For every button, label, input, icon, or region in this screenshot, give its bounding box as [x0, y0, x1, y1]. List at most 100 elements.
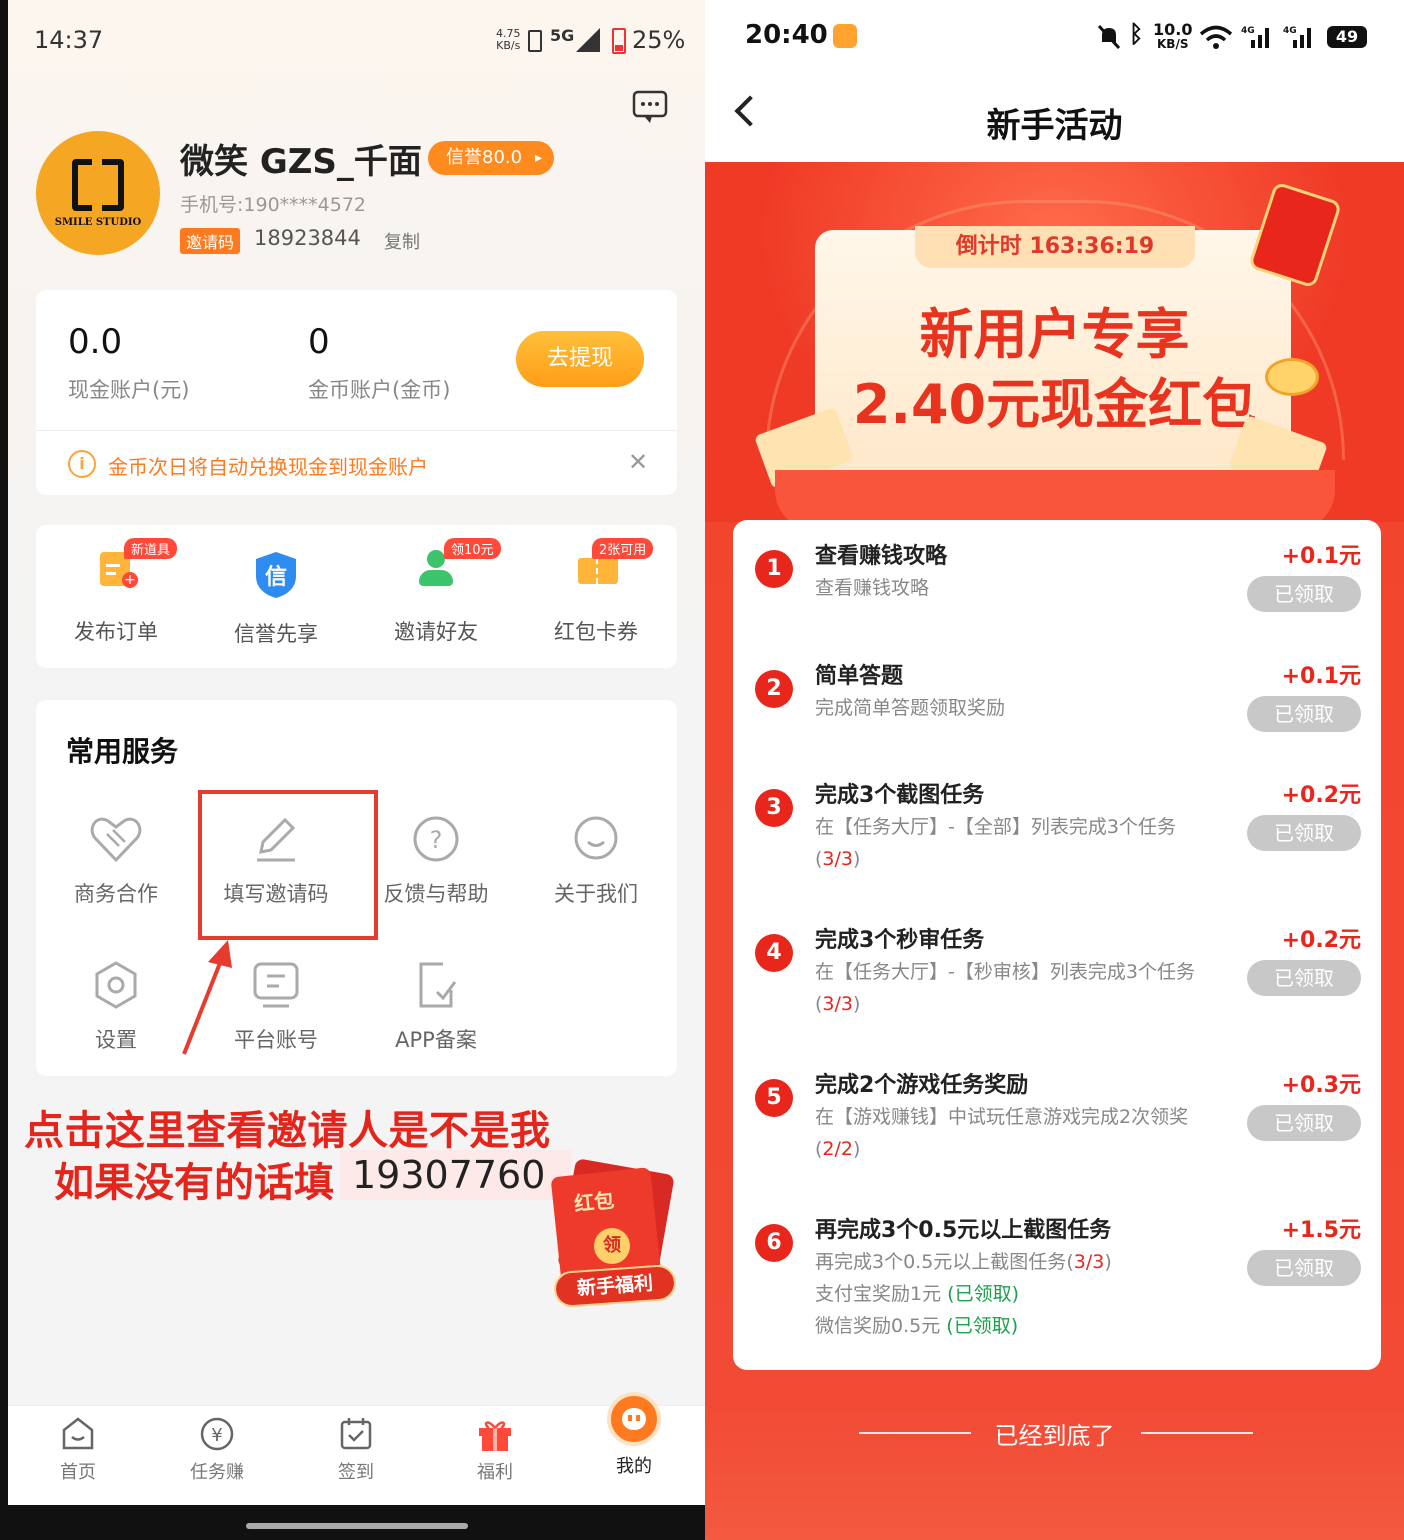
task-desc: 在【任务大厅】-【秒审核】列表完成3个任务 (3/3) [815, 956, 1245, 1020]
withdraw-button[interactable]: 去提现 [516, 331, 644, 387]
home-indicator[interactable] [246, 1523, 468, 1529]
task-title: 查看赚钱攻略 [815, 544, 948, 569]
document-check-icon [419, 962, 457, 1008]
service-label: 设置 [95, 1028, 137, 1052]
status-time: 14:37 [34, 26, 104, 54]
alipay-reward: 支付宝奖励1元 [815, 1283, 942, 1305]
svg-text:信: 信 [265, 564, 287, 590]
tab-tasks[interactable]: ¥ 任务赚 [167, 1416, 267, 1484]
annotation-line1: 点击这里查看邀请人是不是我 [24, 1108, 551, 1154]
user-name: 微笑 GZS_千面 [180, 142, 422, 182]
left-screen: 14:37 4.75 KB/s 5G 25% SMILE STUDIO 微笑 G… [8, 0, 705, 1540]
tab-mine[interactable]: 我的 [584, 1392, 684, 1478]
task-progress: (3/3) [815, 993, 861, 1015]
app-notification-icon [833, 24, 857, 48]
home-icon [62, 1417, 94, 1450]
coin-label: 金币账户(金币) [308, 378, 451, 402]
claimed-button[interactable]: 已领取 [1247, 815, 1361, 851]
copy-button[interactable]: 复制 [384, 228, 420, 254]
service-settings[interactable]: 设置 [36, 960, 196, 1054]
task-list-card: 1 查看赚钱攻略 +0.1元 查看赚钱攻略 已领取 2 简单答题 +0.1元 完… [733, 520, 1381, 1370]
help-question-icon: ? [413, 816, 459, 862]
svg-text:?: ? [430, 826, 443, 854]
task-desc-text: 再完成3个0.5元以上截图任务 [815, 1251, 1067, 1273]
svg-text:4G: 4G [1283, 26, 1297, 36]
right-screen: 20:40 ᛒ 10.0 KB/S 4G 4G 49 新手活动 倒计时 163:… [705, 0, 1404, 1540]
task-title: 完成2个游戏任务奖励 [815, 1073, 1029, 1098]
task-desc: 再完成3个0.5元以上截图任务(3/3) 支付宝奖励1元 (已领取) 微信奖励0… [815, 1251, 1112, 1337]
tab-home[interactable]: 首页 [28, 1416, 128, 1484]
task-number: 6 [755, 1224, 793, 1262]
service-business[interactable]: 商务合作 [36, 814, 196, 908]
message-icon[interactable] [632, 90, 668, 124]
service-about[interactable]: 关于我们 [516, 814, 676, 908]
mute-bell-icon [1097, 24, 1121, 50]
signal-icon [576, 28, 600, 52]
credit-badge[interactable]: 信誉80.0 [428, 141, 555, 175]
tool-credit-first[interactable]: 信 信誉先享 [196, 550, 356, 648]
task-number: 3 [755, 789, 793, 827]
service-label: 反馈与帮助 [383, 882, 489, 906]
gift-icon [479, 1421, 511, 1451]
wechat-status-text: 已领取 [953, 1315, 1011, 1337]
signal-4g-icon: 4G [1283, 26, 1311, 48]
net-speed: 4.75 KB/s [496, 28, 521, 52]
gold-coin-icon [1265, 358, 1319, 396]
network-type: 5G [550, 26, 575, 45]
redpacket-title: 红包 [573, 1187, 616, 1217]
claimed-button[interactable]: 已领取 [1247, 1250, 1361, 1286]
phone-number: 手机号:190****4572 [180, 194, 367, 216]
tool-label: 邀请好友 [394, 620, 478, 644]
tool-label: 发布订单 [74, 620, 158, 644]
redpacket-label: 新手福利 [552, 1263, 678, 1309]
close-icon[interactable]: ✕ [628, 448, 648, 476]
task-desc-text: 在【任务大厅】-【全部】列表完成3个任务 [815, 816, 1176, 838]
task-reward: +0.3元 [1281, 1073, 1361, 1098]
tab-label: 我的 [616, 1456, 652, 1477]
claimed-button[interactable]: 已领取 [1247, 1105, 1361, 1141]
claimed-button[interactable]: 已领取 [1247, 960, 1361, 996]
invite-code-tag: 邀请码 [180, 228, 241, 254]
calendar-check-icon [340, 1418, 372, 1450]
tool-badge: 新道具 [124, 538, 178, 559]
alipay-status: (已领取) [947, 1283, 1019, 1305]
avatar[interactable]: SMILE STUDIO [36, 131, 160, 255]
task-title: 完成3个秒审任务 [815, 928, 985, 953]
service-app-filing[interactable]: APP备案 [356, 960, 516, 1054]
studio-logo-icon [72, 158, 124, 211]
status-time: 20:40 [745, 20, 828, 50]
net-speed-unit: KB/S [1157, 37, 1189, 51]
tab-checkin[interactable]: 签到 [306, 1416, 406, 1484]
service-feedback[interactable]: ? 反馈与帮助 [356, 814, 516, 908]
cash-balance: 0.0 [68, 322, 123, 362]
tool-badge: 领10元 [444, 538, 501, 559]
task-desc-text: 在【任务大厅】-【秒审核】列表完成3个任务 [815, 961, 1195, 983]
redpacket-claim-icon: 领 [594, 1228, 630, 1264]
exchange-notice: 金币次日将自动兑换现金到现金账户 [108, 455, 428, 479]
tool-badge: 2张可用 [592, 538, 654, 559]
task-title: 完成3个截图任务 [815, 783, 985, 808]
tab-label: 首页 [60, 1462, 96, 1483]
task-progress: (2/2) [815, 1138, 861, 1160]
end-of-list-text: 已经到底了 [994, 1422, 1115, 1450]
svg-text:¥: ¥ [211, 1425, 222, 1446]
newbie-redpacket-float[interactable]: 红包 领 新手福利 [546, 1158, 678, 1310]
handshake-heart-icon [90, 817, 142, 863]
net-speed: 10.0 KB/S [1153, 22, 1192, 51]
bluetooth-icon: ᛒ [1129, 20, 1144, 48]
signal-4g-icon: 4G [1241, 26, 1269, 48]
tab-label: 任务赚 [190, 1462, 244, 1483]
task-reward: +0.1元 [1281, 664, 1361, 689]
promo-line1: 新用户专享 [919, 303, 1190, 366]
task-progress: (3/3) [815, 848, 861, 870]
task-desc: 完成简单答题领取奖励 [815, 697, 1006, 719]
battery-icon [612, 28, 626, 54]
tab-benefits[interactable]: 福利 [445, 1416, 545, 1484]
task-desc-text: 在【游戏赚钱】中试玩任意游戏完成2次领奖 [815, 1106, 1189, 1128]
task-progress-value: 3/3 [822, 993, 853, 1015]
bottom-tab-bar: 首页 ¥ 任务赚 签到 福利 我的 [8, 1392, 705, 1505]
claimed-button[interactable]: 已领取 [1247, 576, 1361, 612]
claimed-button[interactable]: 已领取 [1247, 696, 1361, 732]
annotation-arrow-icon [182, 940, 232, 1055]
task-title: 再完成3个0.5元以上截图任务 [815, 1218, 1112, 1243]
